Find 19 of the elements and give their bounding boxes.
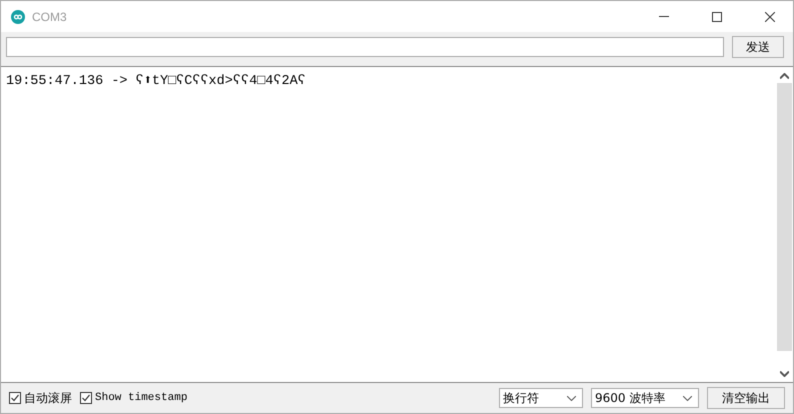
checkbox-label: 自动滚屏 bbox=[24, 390, 72, 406]
scrollbar-thumb[interactable] bbox=[777, 83, 792, 351]
window-title: COM3 bbox=[32, 10, 68, 24]
caret-icon bbox=[567, 396, 576, 400]
output-line: 19:55:47.136 -> ʕ⬆tY□ʕCʕʕxd>ʕʕ4□4ʕ2Aʕ bbox=[6, 73, 307, 89]
clear-output-button[interactable]: 清空输出 bbox=[707, 387, 785, 409]
checkbox-label: Show timestamp bbox=[95, 392, 188, 404]
message-field[interactable] bbox=[6, 37, 724, 57]
close-icon[interactable] bbox=[765, 12, 775, 22]
checkbox[interactable] bbox=[80, 392, 92, 404]
caret-icon bbox=[683, 396, 692, 400]
app-logo-icon bbox=[11, 10, 25, 24]
send-button[interactable]: 发送 bbox=[732, 36, 784, 58]
maximize-icon[interactable] bbox=[712, 12, 722, 22]
line-ending-dropdown[interactable]: 换行符 bbox=[499, 388, 583, 408]
scroll-down-icon[interactable] bbox=[780, 371, 789, 377]
checkbox[interactable] bbox=[9, 392, 21, 404]
baud-rate-dropdown[interactable]: 9600 波特率 bbox=[591, 388, 699, 408]
scroll-up-icon[interactable] bbox=[780, 73, 789, 79]
